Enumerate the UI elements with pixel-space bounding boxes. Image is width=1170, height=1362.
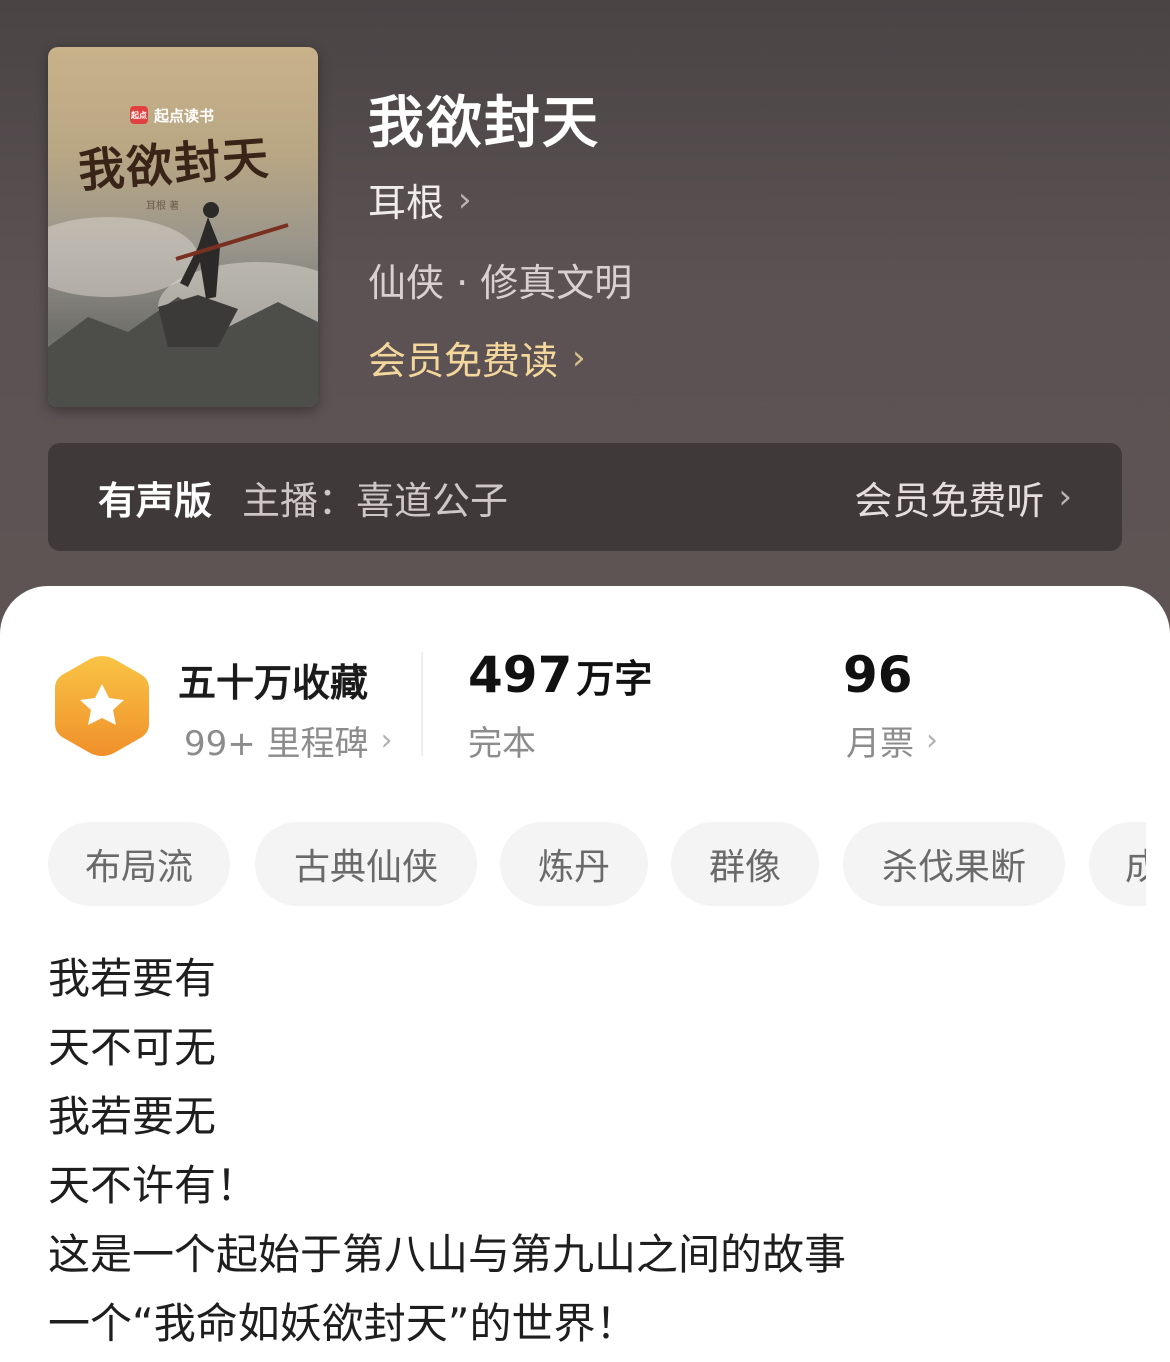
audio-version-bar[interactable]: 有声版 主播：喜道公子 会员免费听 › xyxy=(48,443,1122,551)
description-line: 我若要无 xyxy=(48,1092,217,1141)
book-cover[interactable]: 起点 起点读书 我欲封天 耳根 著 xyxy=(48,47,318,407)
tag-chip[interactable]: 群像 xyxy=(671,822,819,906)
qidian-logo-icon: 起点 xyxy=(130,106,148,124)
completion-status: 完本 xyxy=(468,724,536,764)
cover-artwork xyxy=(48,202,318,407)
book-category: 仙侠 · 修真文明 xyxy=(368,261,633,305)
member-free-listen-link[interactable]: 会员免费听 › xyxy=(854,470,1072,525)
audio-host: 主播：喜道公子 xyxy=(242,478,509,523)
chevron-right-icon: › xyxy=(458,179,472,220)
member-free-read-link[interactable]: 会员免费读 › xyxy=(368,330,586,385)
chevron-right-icon: › xyxy=(926,723,938,758)
tag-chip[interactable]: 杀伐果断 xyxy=(843,822,1065,906)
milestones-link[interactable]: 99+ 里程碑 › xyxy=(184,716,393,765)
monthly-tickets-count: 96 xyxy=(843,646,913,704)
word-count: 497 万字 xyxy=(468,646,653,704)
tag-chip[interactable]: 布局流 xyxy=(48,822,230,906)
monthly-tickets-link[interactable]: 月票 › xyxy=(846,716,938,765)
description-line: 这是一个起始于第八山与第九山之间的故事 xyxy=(48,1230,847,1279)
tag-list: 布局流 古典仙侠 炼丹 群像 杀伐果断 成 xyxy=(48,822,1146,906)
author-link[interactable]: 耳根 › xyxy=(368,172,472,227)
description-line: 一个“我命如妖欲封天”的世界！ xyxy=(48,1299,638,1348)
tag-chip[interactable]: 炼丹 xyxy=(500,822,648,906)
chevron-right-icon: › xyxy=(380,723,393,758)
description-line: 天不许有！ xyxy=(48,1161,259,1210)
stats-divider xyxy=(421,652,423,756)
tag-chip[interactable]: 古典仙侠 xyxy=(255,822,477,906)
chevron-right-icon: › xyxy=(572,337,586,378)
tag-chip[interactable]: 成 xyxy=(1089,822,1146,906)
cover-author: 耳根 著 xyxy=(146,201,180,212)
description-line: 天不可无 xyxy=(48,1023,217,1072)
chevron-right-icon: › xyxy=(1058,477,1072,517)
star-badge-icon xyxy=(55,656,149,756)
favorites-count: 五十万收藏 xyxy=(178,661,369,705)
book-description: 我若要有 天不可无 我若要无 天不许有！ 这是一个起始于第八山与第九山之间的故事… xyxy=(48,944,1128,1358)
book-title: 我欲封天 xyxy=(368,91,600,156)
author-name: 耳根 xyxy=(368,181,445,225)
description-line: 我若要有 xyxy=(48,954,217,1003)
audio-version-label: 有声版 xyxy=(98,478,213,523)
